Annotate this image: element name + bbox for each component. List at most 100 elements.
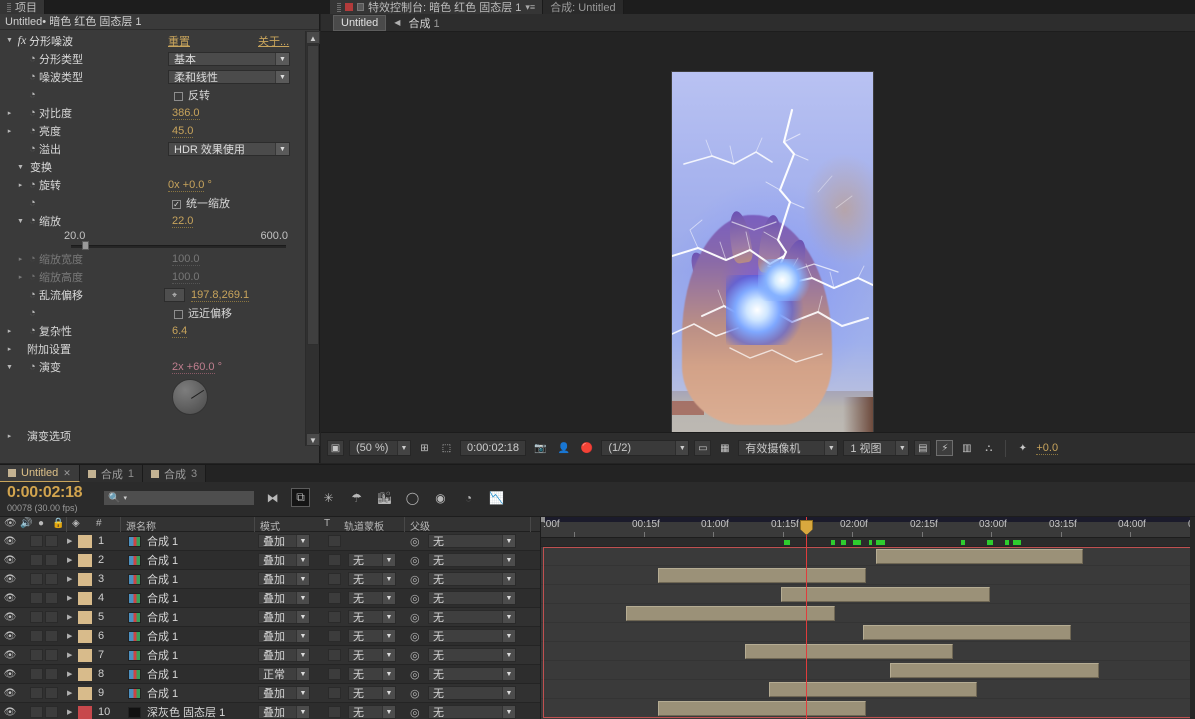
motion-blur-icon[interactable]: ☂ [347,488,366,507]
track-row[interactable] [541,547,1195,566]
fractal-type-dropdown[interactable]: 基本 ▼ [168,52,290,66]
graph-editor-icon[interactable]: 📉 [487,488,506,507]
parent-dropdown[interactable]: 无 ▼ [428,629,516,643]
label-color-swatch[interactable] [78,610,92,624]
label-color-swatch[interactable] [78,534,92,548]
preserve-transparency-toggle[interactable] [328,668,341,680]
twirl-right-icon[interactable]: ▸ [4,432,15,440]
track-matte-dropdown[interactable]: 无 ▼ [348,629,396,643]
twirl-right-icon[interactable]: ▶ [67,613,72,621]
track-matte-dropdown[interactable]: 无 ▼ [348,686,396,700]
timeline-graph[interactable]: :00f 00:15f 01:00f 01:15f 02:00f 02:15f … [540,517,1195,719]
lock-toggle[interactable] [45,554,58,566]
take-snapshot-icon[interactable]: 📷 [531,440,549,456]
timeline-scrollbar[interactable] [1190,517,1195,719]
parent-pickwhip-icon[interactable]: ◎ [410,668,420,681]
property-row-uniform-scale[interactable]: · · ◔ ✓统一缩放 [0,194,306,212]
track-row[interactable] [541,680,1195,699]
search-input[interactable]: 🔍 ▾ [103,490,255,506]
eye-icon[interactable]: 👁 [3,536,17,547]
parent-pickwhip-icon[interactable]: ◎ [410,649,420,662]
group-row-transform[interactable]: ▼ 变换 [0,158,306,176]
layer-name[interactable]: 合成 1 [147,647,178,663]
stopwatch-icon[interactable]: ◔ [26,215,39,227]
stopwatch-icon[interactable]: ◔ [26,253,39,265]
stopwatch-icon[interactable]: ◔ [26,307,39,319]
column-header-track-matte[interactable]: 轨道蒙板 [344,518,384,533]
transparency-grid-icon[interactable]: ▦ [716,440,733,456]
lock-toggle[interactable] [45,668,58,680]
turbulence-offset-value[interactable]: ⌖ 197.8,269.1 [164,288,250,302]
twirl-right-icon[interactable]: ▸ [4,345,15,353]
evolution-value[interactable]: 2x +60.0 ° [172,361,222,374]
blend-mode-dropdown[interactable]: 叠加 ▼ [258,686,310,700]
parent-dropdown[interactable]: 无 ▼ [428,572,516,586]
region-of-interest-toggle-icon[interactable]: ▭ [694,440,712,456]
timeline-current-time[interactable]: 0:00:02:18 [7,484,83,502]
property-row-opacity[interactable]: ▸ · ◔ 透明度 100.0% [0,445,306,446]
stopwatch-icon[interactable]: ◔ [26,125,39,137]
effect-controls-scrollbar[interactable]: ▲ ▼ [305,31,320,446]
timeline-tab-comp3[interactable]: 合成 3 [142,465,207,482]
blend-mode-dropdown[interactable]: 叠加 ▼ [258,610,310,624]
lock-toggle[interactable] [45,573,58,585]
preserve-transparency-toggle[interactable] [328,611,341,623]
track-row[interactable] [541,585,1195,604]
layer-name[interactable]: 合成 1 [147,590,178,606]
track-matte-dropdown[interactable]: 无 ▼ [348,667,396,681]
about-button[interactable]: 关于... [258,33,289,49]
eye-icon[interactable]: 👁 [3,669,17,680]
lock-toggle[interactable] [45,592,58,604]
smoother-icon[interactable]: ◔ [459,488,478,507]
parent-pickwhip-icon[interactable]: ◎ [410,706,420,719]
layer-name[interactable]: 合成 1 [147,666,178,682]
layer-name[interactable]: 合成 1 [147,628,178,644]
composition-canvas[interactable] [321,32,1195,434]
fast-previews-icon[interactable]: ⚡ [936,440,954,456]
solo-toggle[interactable] [30,687,43,699]
layer-duration-bar[interactable] [876,549,1083,564]
twirl-right-icon[interactable]: ▶ [67,594,72,602]
scale-value[interactable]: 22.0 [172,215,194,228]
lock-toggle[interactable] [45,649,58,661]
eye-icon[interactable]: 👁 [3,612,17,623]
stopwatch-icon[interactable]: ◔ [26,179,39,191]
twirl-right-icon[interactable]: ▸ [15,273,26,281]
table-row[interactable]: 👁 ▶ 8 合成 1 正常 ▼ 无 ▼ ◎ 无 ▼ [0,665,540,684]
solo-toggle[interactable] [30,611,43,623]
frame-blending-icon[interactable]: ⧉ [291,488,310,507]
channel-rgb-icon[interactable]: 🔴 [578,440,596,456]
blend-mode-dropdown[interactable]: 叠加 ▼ [258,534,310,548]
scroll-up-arrow-icon[interactable]: ▲ [306,31,320,44]
exposure-icon[interactable]: ✦ [1014,440,1031,456]
label-color-swatch[interactable] [78,629,92,643]
solo-toggle[interactable] [30,535,43,547]
parent-dropdown[interactable]: 无 ▼ [428,591,516,605]
close-icon[interactable]: ✕ [63,468,71,479]
lock-toggle[interactable] [45,535,58,547]
eye-icon[interactable]: 👁 [3,707,17,718]
twirl-right-icon[interactable]: ▶ [67,632,72,640]
column-header-mode[interactable]: 模式 [260,518,280,533]
breadcrumb-item-comp[interactable]: 合成 1 [408,15,439,31]
panel-menu-icon[interactable]: ▾≡ [525,2,535,13]
twirl-right-icon[interactable]: ▶ [67,689,72,697]
solo-toggle[interactable] [30,668,43,680]
stopwatch-icon[interactable]: ◔ [26,361,39,373]
twirl-right-icon[interactable]: ▸ [4,127,15,135]
twirl-right-icon[interactable]: ▶ [67,537,72,545]
solo-toggle[interactable] [30,592,43,604]
label-color-swatch[interactable] [78,553,92,567]
blend-mode-dropdown[interactable]: 叠加 ▼ [258,629,310,643]
twirl-right-icon[interactable]: ▶ [67,670,72,678]
slider-track[interactable] [71,245,286,248]
property-row-evolution[interactable]: ▼ · ◔ 演变 2x +60.0 ° [0,358,306,376]
label-color-swatch[interactable] [78,705,92,719]
layer-duration-bar[interactable] [769,682,977,697]
blend-mode-dropdown[interactable]: 叠加 ▼ [258,572,310,586]
layer-duration-bar[interactable] [863,625,1071,640]
tab-effect-controls[interactable]: 特效控制台: 暗色 红色 固态层 1 ▾≡ [330,0,544,14]
parent-pickwhip-icon[interactable]: ◎ [410,611,420,624]
parent-dropdown[interactable]: 无 ▼ [428,686,516,700]
table-row[interactable]: 👁 ▶ 10 深灰色 固态层 1 叠加 ▼ 无 ▼ ◎ 无 ▼ [0,703,540,719]
